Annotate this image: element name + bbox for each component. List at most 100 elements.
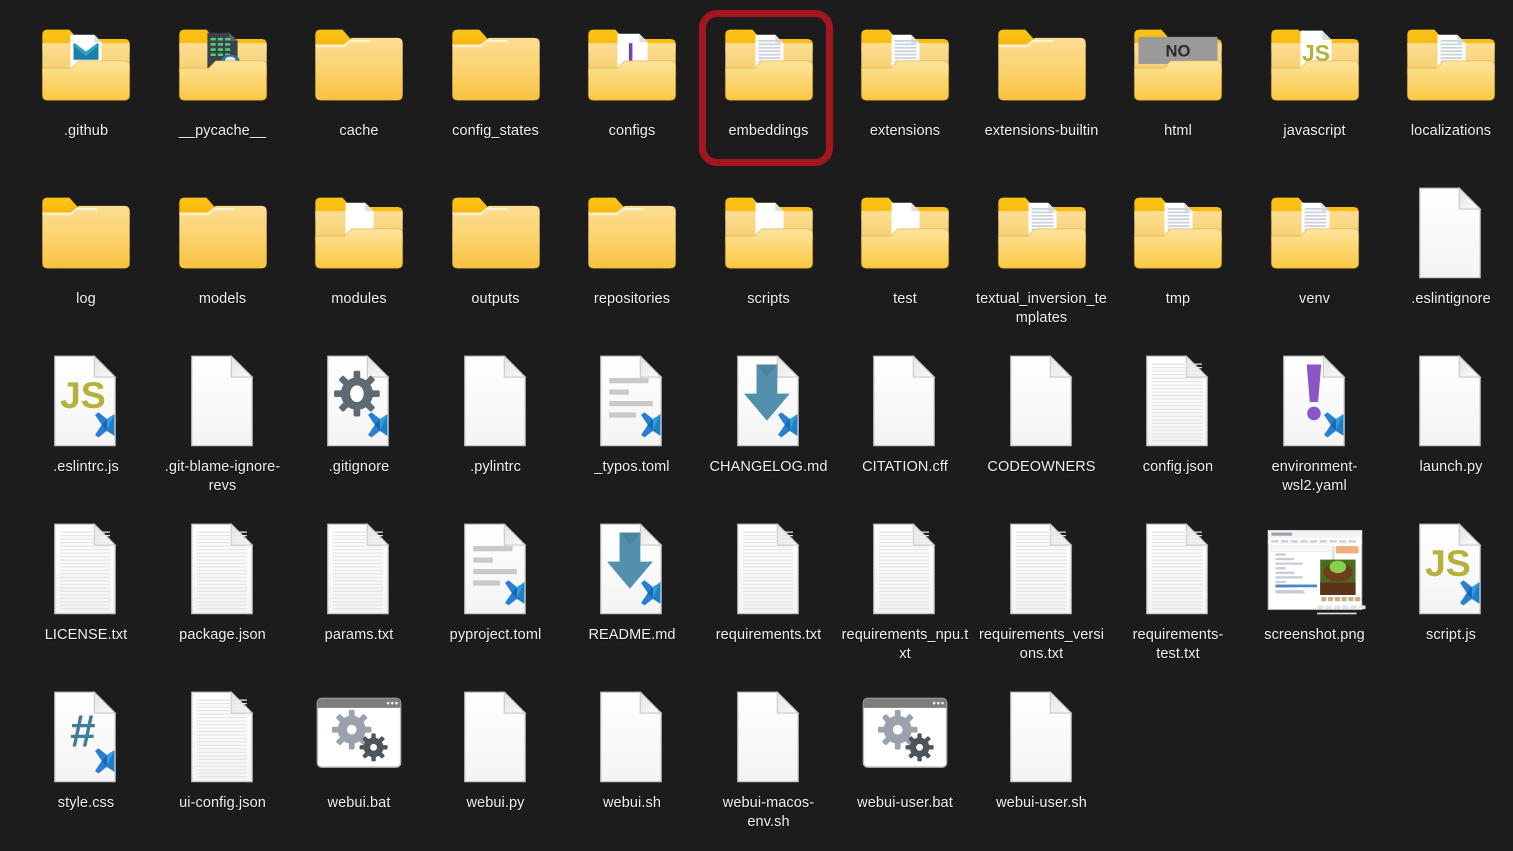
file-blank-icon	[444, 686, 548, 790]
file-icon-grid: .github __pycache__ cache config_states …	[0, 0, 1513, 851]
file-item[interactable]: CODEOWNERS	[974, 350, 1110, 477]
file-item[interactable]: config.json	[1110, 350, 1246, 477]
folder-empty-icon	[34, 182, 138, 286]
item-label: webui.sh	[602, 795, 662, 811]
svg-text:NO: NO	[1166, 42, 1191, 61]
file-item[interactable]: requirements-test.txt	[1110, 518, 1246, 664]
item-label: .pylintrc	[470, 459, 521, 475]
file-lined-icon	[1126, 350, 1230, 454]
file-item[interactable]: .git-blame-ignore-revs	[155, 350, 291, 496]
item-label: webui-user.bat	[857, 795, 953, 811]
item-label: webui-macos-env.sh	[722, 795, 815, 830]
folder-item[interactable]: embeddings	[701, 14, 837, 141]
file-yaml-vscode-icon	[1263, 350, 1367, 454]
folder-lined-doc-icon	[1263, 182, 1367, 286]
folder-item[interactable]: tmp	[1110, 182, 1246, 309]
folder-lined-doc-icon	[1126, 182, 1230, 286]
file-item[interactable]: LICENSE.txt	[18, 518, 154, 645]
folder-item[interactable]: models	[155, 182, 291, 309]
file-item[interactable]: environment-wsl2.yaml	[1247, 350, 1383, 496]
svg-text:JS: JS	[60, 374, 106, 416]
item-label: .eslintignore	[1411, 291, 1491, 307]
item-label: embeddings	[728, 123, 809, 139]
file-item[interactable]: README.md	[564, 518, 700, 645]
item-label: venv	[1298, 291, 1331, 307]
file-item[interactable]: JS .eslintrc.js	[18, 350, 154, 477]
file-image-thumbnail-icon	[1263, 518, 1367, 622]
svg-text:JS: JS	[1425, 542, 1471, 584]
folder-item[interactable]: modules	[291, 182, 427, 309]
folder-item[interactable]: textual_inversion_templates	[974, 182, 1110, 328]
file-item[interactable]: .eslintignore	[1383, 182, 1513, 309]
folder-empty-icon	[580, 182, 684, 286]
item-label: extensions	[869, 123, 941, 139]
folder-item[interactable]: repositories	[564, 182, 700, 309]
file-item[interactable]: .pylintrc	[428, 350, 564, 477]
folder-item[interactable]: venv	[1247, 182, 1383, 309]
file-item[interactable]: requirements_versions.txt	[974, 518, 1110, 664]
folder-item[interactable]: extensions-builtin	[974, 14, 1110, 141]
item-label: textual_inversion_templates	[976, 291, 1107, 326]
file-item[interactable]: requirements.txt	[701, 518, 837, 645]
folder-item[interactable]: cache	[291, 14, 427, 141]
file-item[interactable]: webui.bat	[291, 686, 427, 813]
file-item[interactable]: .gitignore	[291, 350, 427, 477]
folder-github-icon	[34, 14, 138, 118]
folder-item[interactable]: log	[18, 182, 154, 309]
file-item[interactable]: webui-user.sh	[974, 686, 1110, 813]
file-item[interactable]: params.txt	[291, 518, 427, 645]
file-blank-icon	[717, 686, 821, 790]
file-item[interactable]: pyproject.toml	[428, 518, 564, 645]
item-label: log	[76, 291, 96, 307]
file-blank-icon	[580, 686, 684, 790]
item-label: cache	[339, 123, 379, 139]
file-blank-icon	[444, 350, 548, 454]
file-item[interactable]: webui.py	[428, 686, 564, 813]
file-item[interactable]: package.json	[155, 518, 291, 645]
file-item[interactable]: requirements_npu.txt	[837, 518, 973, 664]
item-label: .gitignore	[328, 459, 390, 475]
folder-item[interactable]: configs	[564, 14, 700, 141]
folder-lined-doc-icon	[717, 14, 821, 118]
file-item[interactable]: _typos.toml	[564, 350, 700, 477]
file-item[interactable]: # style.css	[18, 686, 154, 813]
folder-item[interactable]: test	[837, 182, 973, 309]
folder-item[interactable]: config_states	[428, 14, 564, 141]
item-label: localizations	[1410, 123, 1492, 139]
item-label: modules	[331, 291, 387, 307]
file-item[interactable]: webui-user.bat	[837, 686, 973, 813]
folder-doc-purple-icon	[580, 14, 684, 118]
file-lined-icon	[1126, 518, 1230, 622]
folder-item[interactable]: JS javascript	[1247, 14, 1383, 141]
file-css-vscode-icon: #	[34, 686, 138, 790]
item-label: launch.py	[1419, 459, 1483, 475]
folder-item[interactable]: __pycache__	[155, 14, 291, 141]
folder-item[interactable]: scripts	[701, 182, 837, 309]
item-label: html	[1164, 123, 1192, 139]
folder-empty-icon	[990, 14, 1094, 118]
item-label: tmp	[1165, 291, 1191, 307]
file-item[interactable]: ui-config.json	[155, 686, 291, 813]
folder-empty-icon	[444, 182, 548, 286]
file-blank-icon	[1399, 350, 1503, 454]
file-item[interactable]: launch.py	[1383, 350, 1513, 477]
file-item[interactable]: webui.sh	[564, 686, 700, 813]
item-label: _typos.toml	[594, 459, 670, 475]
folder-item[interactable]: NO html	[1110, 14, 1246, 141]
item-label: __pycache__	[178, 123, 267, 139]
folder-item[interactable]: outputs	[428, 182, 564, 309]
item-label: requirements_versions.txt	[978, 627, 1105, 662]
item-label: .git-blame-ignore-revs	[164, 459, 281, 494]
file-item[interactable]: JS script.js	[1383, 518, 1513, 645]
item-label: requirements_npu.txt	[841, 627, 969, 662]
folder-item[interactable]: localizations	[1383, 14, 1513, 141]
item-label: requirements.txt	[715, 627, 822, 643]
file-item[interactable]: webui-macos-env.sh	[701, 686, 837, 832]
item-label: models	[198, 291, 247, 307]
file-item[interactable]: CITATION.cff	[837, 350, 973, 477]
folder-item[interactable]: extensions	[837, 14, 973, 141]
file-item[interactable]: screenshot.png	[1247, 518, 1383, 645]
folder-item[interactable]: .github	[18, 14, 154, 141]
file-item[interactable]: CHANGELOG.md	[701, 350, 837, 477]
item-label: pyproject.toml	[449, 627, 542, 643]
